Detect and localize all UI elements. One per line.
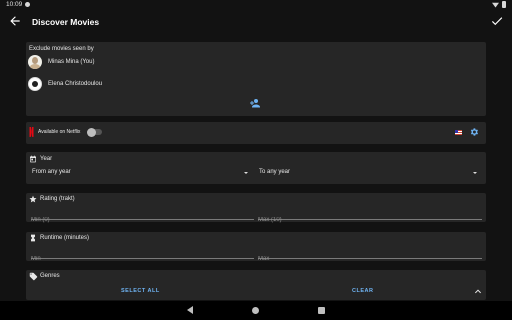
nav-home-icon[interactable] [252,307,259,314]
exclude-seen-card: Exclude movies seen by Minas Mina (You) … [26,42,486,116]
wifi-icon [492,2,499,8]
system-nav-bar [0,301,512,320]
user-name: Elena Christodoulou [48,81,103,87]
runtime-max-field[interactable] [258,247,482,265]
rating-title: Rating (trakt) [40,196,75,202]
from-year-value: From any year [32,169,71,175]
calendar-icon [30,155,36,163]
chevron-up-icon[interactable] [475,289,481,294]
clear-button[interactable]: CLEAR [352,288,373,294]
toggle-knob [87,127,96,137]
gear-icon[interactable] [469,127,479,137]
user-row[interactable]: Elena Christodoulou [28,77,102,91]
status-bar: 10:09 [0,0,512,10]
user-name: Minas Mina (You) [48,59,95,65]
to-year-value: To any year [259,169,291,175]
tag-icon [29,272,38,281]
check-icon[interactable] [490,14,504,28]
nav-back-icon[interactable] [187,306,193,314]
hourglass-icon [31,234,35,242]
star-icon [29,195,37,203]
settings-status-icon [25,2,30,7]
dropdown-arrow-icon [244,172,248,174]
to-year-select[interactable]: To any year [259,169,479,181]
avatar [28,77,42,91]
rating-card: Rating (trakt) [26,193,486,226]
runtime-max-input[interactable] [258,253,482,265]
battery-icon [502,1,506,8]
back-arrow-icon[interactable] [8,14,22,28]
year-title: Year [40,156,53,162]
netflix-label: Available on Netflix [38,129,81,135]
rating-max-field[interactable] [258,208,482,226]
from-year-select[interactable]: From any year [32,169,250,181]
nav-recents-icon[interactable] [318,307,325,314]
avatar [28,55,42,69]
netflix-toggle[interactable] [87,127,102,137]
genres-card: Genres SELECT ALL CLEAR [26,270,486,300]
user-row[interactable]: Minas Mina (You) [28,55,94,69]
exclude-seen-header: Exclude movies seen by [29,46,94,52]
us-flag-icon[interactable] [455,130,462,135]
runtime-min-input[interactable] [31,253,254,265]
select-all-button[interactable]: SELECT ALL [121,288,160,294]
rating-max-input[interactable] [258,214,482,226]
dropdown-arrow-icon [473,172,477,174]
app-bar: Discover Movies [0,10,512,36]
streaming-card: Available on Netflix [26,122,486,144]
runtime-min-field[interactable] [31,247,254,265]
runtime-title: Runtime (minutes) [40,235,90,241]
netflix-logo-icon [29,127,34,137]
runtime-card: Runtime (minutes) [26,232,486,265]
status-time: 10:09 [6,1,23,8]
year-card: Year From any year To any year [26,152,486,184]
add-person-icon[interactable] [249,98,261,108]
rating-min-input[interactable] [31,214,254,226]
page-title: Discover Movies [32,17,100,27]
rating-min-field[interactable] [31,208,254,226]
filters-list[interactable]: Exclude movies seen by Minas Mina (You) … [26,42,486,300]
genres-title: Genres [40,273,60,279]
